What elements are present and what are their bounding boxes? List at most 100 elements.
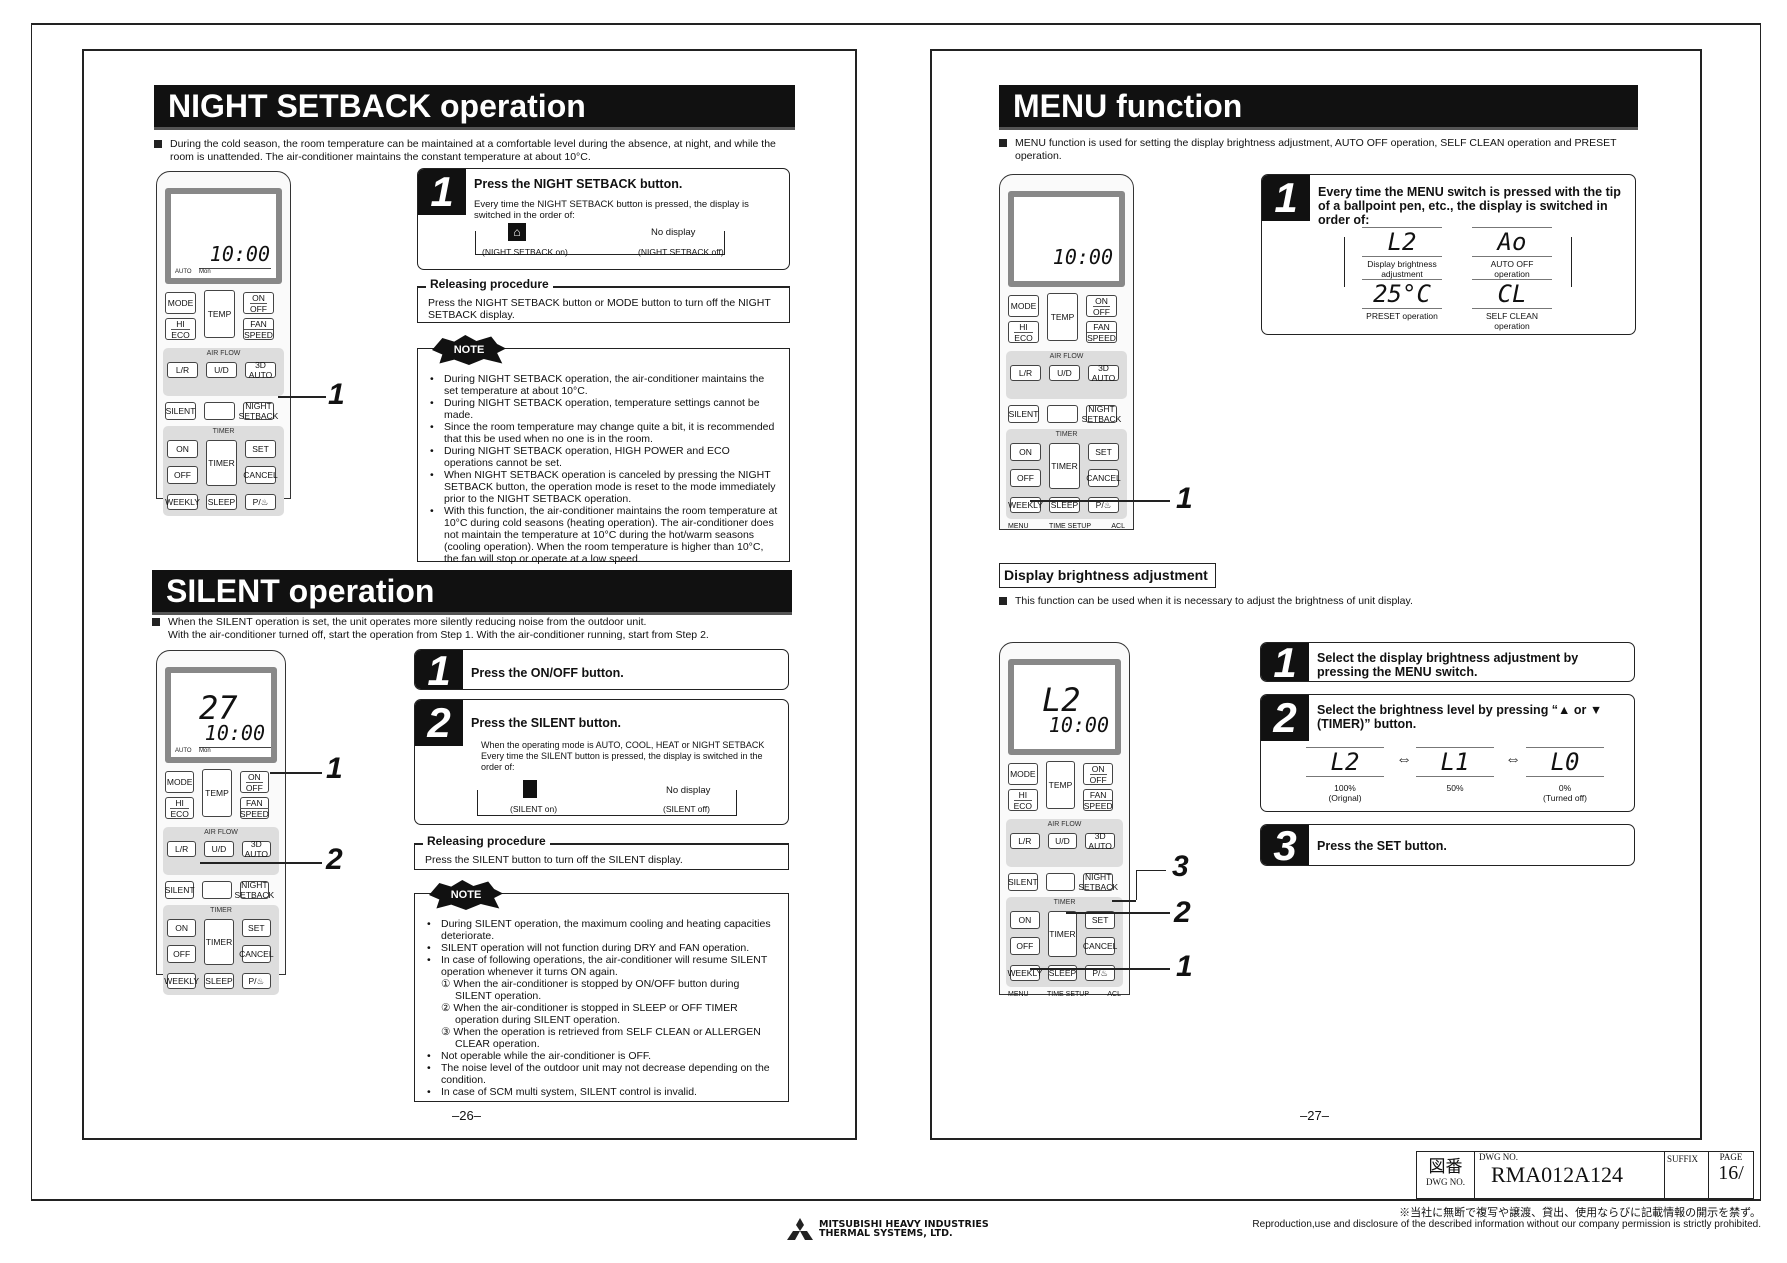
value: 100% xyxy=(1334,783,1356,793)
night-setback-button-label: NIGHT SETBACK xyxy=(238,401,279,421)
lcd-display: 10:00 L2 xyxy=(1008,659,1121,755)
cancel-button[interactable]: CANCEL xyxy=(243,466,278,484)
temp-button[interactable]: TEMP xyxy=(1047,293,1078,341)
callout-line xyxy=(270,772,322,774)
hi-eco-button[interactable]: HI ECO xyxy=(165,318,196,340)
ud-button[interactable]: U/D xyxy=(204,841,234,857)
silent-button[interactable]: SILENT xyxy=(165,402,196,420)
mode-button[interactable]: MODE xyxy=(1008,295,1039,317)
brightness-level-code: L1 xyxy=(1416,747,1494,777)
fan-mode-button[interactable] xyxy=(1047,405,1078,423)
off-timer-button[interactable]: OFF xyxy=(167,466,198,484)
night-setback-button[interactable]: NIGHT SETBACK xyxy=(1082,404,1122,424)
hi-eco-button[interactable]: HI ECO xyxy=(1008,321,1039,343)
off-timer-button[interactable]: OFF xyxy=(167,945,197,963)
set-button[interactable]: SET xyxy=(241,919,271,937)
mode-button[interactable]: MODE xyxy=(165,292,196,314)
silent-button-label: SILENT xyxy=(165,406,196,416)
night-setback-button[interactable]: NIGHT SETBACK xyxy=(239,401,279,421)
fan-mode-button[interactable] xyxy=(1045,873,1076,891)
callout-bracket xyxy=(1136,870,1166,900)
sleep-button-label: SLEEP xyxy=(205,976,233,986)
fan-speed-button-label: FAN xyxy=(246,797,263,808)
mode-button[interactable]: MODE xyxy=(1008,763,1038,785)
night-setback-button[interactable]: NIGHT SETBACK xyxy=(1078,872,1118,892)
on-timer-button-label: ON xyxy=(176,444,189,454)
note: (Orignal) xyxy=(1328,793,1362,803)
acl-switch[interactable]: ACL xyxy=(1107,991,1121,998)
lr-button[interactable]: L/R xyxy=(1010,365,1041,381)
fan-speed-button[interactable]: FAN SPEED xyxy=(239,797,269,819)
value: 50% xyxy=(1446,783,1464,793)
time-setup-switch[interactable]: TIME SETUP xyxy=(1049,523,1091,530)
timer-panel: TIMER ON TIMER SET OFF CANCEL WEEKLY SLEEP P/♨ xyxy=(163,426,284,516)
on-off-button[interactable]: ON OFF xyxy=(243,292,274,314)
night-setback-button-label: NIGHT SETBACK xyxy=(234,880,275,900)
temp-button[interactable]: TEMP xyxy=(204,290,235,338)
fan-mode-button[interactable] xyxy=(202,881,232,899)
3d-auto-button[interactable]: 3D AUTO xyxy=(245,360,276,380)
ud-button[interactable]: U/D xyxy=(206,362,237,378)
sheet-top-line xyxy=(31,23,1761,25)
3d-auto-button[interactable]: 3D AUTO xyxy=(1088,363,1119,383)
fan-speed-button[interactable]: FAN SPEED xyxy=(1083,789,1113,811)
three-diamonds-logo-icon xyxy=(787,1218,813,1240)
cancel-button[interactable]: CANCEL xyxy=(239,945,274,963)
hi-eco-button[interactable]: HI ECO xyxy=(1008,789,1038,811)
company-line2: THERMAL SYSTEMS, LTD. xyxy=(819,1228,953,1239)
on-timer-button[interactable]: ON xyxy=(1010,443,1041,461)
on-timer-button[interactable]: ON xyxy=(167,919,197,937)
timer-up-down-button-label: TIMER xyxy=(1049,929,1076,939)
timer-up-down-button[interactable]: TIMER xyxy=(1047,911,1078,957)
on-off-button[interactable]: ON OFF xyxy=(1083,763,1113,785)
on-off-button[interactable]: ON OFF xyxy=(1086,295,1117,317)
3d-auto-button[interactable]: 3D AUTO xyxy=(241,839,271,859)
acl-switch[interactable]: ACL xyxy=(1111,523,1125,530)
weekly-button[interactable]: WEEKLY xyxy=(165,494,200,510)
menu-switch[interactable]: MENU xyxy=(1008,523,1029,530)
fan-mode-button[interactable] xyxy=(204,402,235,420)
temp-button[interactable]: TEMP xyxy=(202,769,232,817)
mode-button[interactable]: MODE xyxy=(165,771,195,793)
fan-speed-button[interactable]: FAN SPEED xyxy=(1086,321,1117,343)
preset-button[interactable]: P/♨ xyxy=(241,973,271,989)
weekly-button[interactable]: WEEKLY xyxy=(164,973,199,989)
3d-auto-button[interactable]: 3D AUTO xyxy=(1085,831,1115,851)
silent-button[interactable]: SILENT xyxy=(1008,873,1038,891)
on-off-button[interactable]: ON OFF xyxy=(239,771,269,793)
hi-eco-button[interactable]: HI ECO xyxy=(165,797,195,819)
night-setback-button[interactable]: NIGHT SETBACK xyxy=(234,880,274,900)
temp-button[interactable]: TEMP xyxy=(1045,761,1076,809)
set-button[interactable]: SET xyxy=(245,440,276,458)
ud-button[interactable]: U/D xyxy=(1049,365,1080,381)
time-setup-switch[interactable]: TIME SETUP xyxy=(1047,991,1089,998)
silent-button[interactable]: SILENT xyxy=(165,881,195,899)
set-button-label: SET xyxy=(252,444,269,454)
sleep-button[interactable]: SLEEP xyxy=(206,494,237,510)
step-text: Every time the NIGHT SETBACK button is p… xyxy=(474,199,749,221)
temp-button-label: TEMP xyxy=(1050,312,1075,322)
ud-button[interactable]: U/D xyxy=(1047,833,1078,849)
lr-button[interactable]: L/R xyxy=(167,841,197,857)
lr-button[interactable]: L/R xyxy=(1010,833,1040,849)
cancel-button[interactable]: CANCEL xyxy=(1086,469,1121,487)
off-timer-button[interactable]: OFF xyxy=(1010,469,1041,487)
fan-speed-button[interactable]: FAN SPEED xyxy=(243,318,274,340)
timer-up-down-button[interactable]: TIMER xyxy=(204,919,234,965)
preset-button[interactable]: P/♨ xyxy=(245,494,276,510)
lr-button[interactable]: L/R xyxy=(167,362,198,378)
set-button[interactable]: SET xyxy=(1085,911,1115,929)
timer-up-down-button[interactable]: TIMER xyxy=(1049,443,1080,489)
off-timer-button[interactable]: OFF xyxy=(1010,937,1040,955)
on-timer-button[interactable]: ON xyxy=(1010,911,1040,929)
silent-button[interactable]: SILENT xyxy=(1008,405,1039,423)
menu-switch[interactable]: MENU xyxy=(1008,991,1029,998)
set-button-label: SET xyxy=(1091,915,1109,925)
set-button[interactable]: SET xyxy=(1088,443,1119,461)
temp-button-label: TEMP xyxy=(1048,780,1073,790)
timer-up-down-button[interactable]: TIMER xyxy=(206,440,237,486)
sleep-button[interactable]: SLEEP xyxy=(204,973,234,989)
cancel-button-label: CANCEL xyxy=(243,470,278,480)
cancel-button[interactable]: CANCEL xyxy=(1083,937,1117,955)
on-timer-button[interactable]: ON xyxy=(167,440,198,458)
